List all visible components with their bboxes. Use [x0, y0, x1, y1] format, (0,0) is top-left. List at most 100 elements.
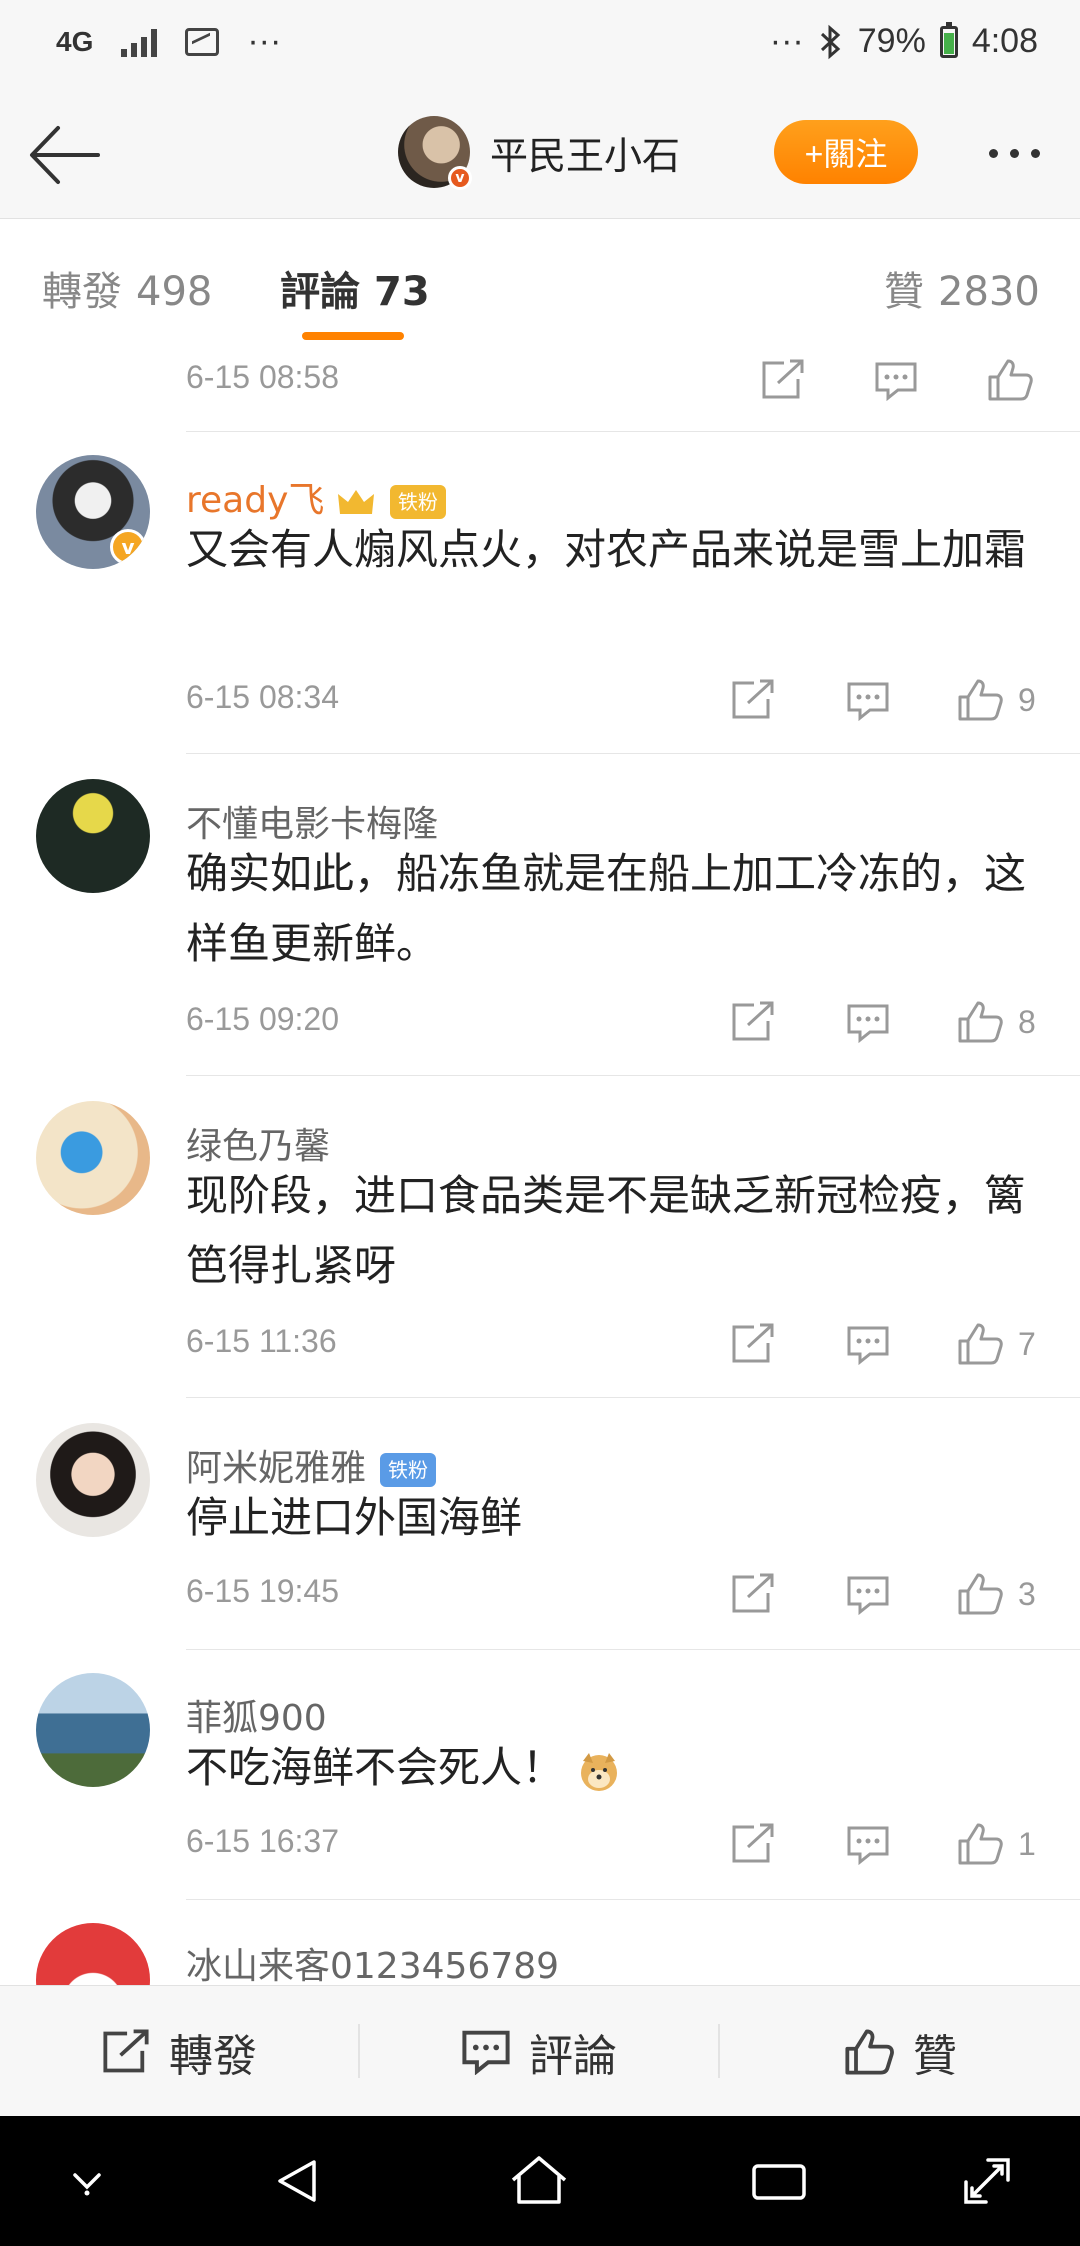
comment-text: 又会有人煽风点火，对农产品来说是雪上加霜: [186, 525, 1027, 574]
weibo-header: v 平民王小石 +關注: [0, 92, 1080, 219]
divider: [186, 753, 1080, 754]
comment-icon: [847, 1576, 889, 1615]
like-count: 3: [1018, 1575, 1036, 1612]
comment-icon: [462, 2030, 510, 2075]
recents-icon: [752, 2164, 806, 2200]
comment-item[interactable]: 不懂电影卡梅隆 确实如此，船冻鱼就是在船上加工冷冻的，这样鱼更新鲜。: [0, 779, 1080, 995]
tab-comments[interactable]: 評論 73: [280, 259, 430, 317]
like-count: 1: [1018, 1825, 1036, 1862]
like-button[interactable]: 8: [956, 999, 1036, 1045]
reply-button[interactable]: [846, 1575, 890, 1615]
divider: [186, 431, 1080, 432]
thumbs-up-icon: [958, 1823, 1003, 1865]
like-button[interactable]: 3: [956, 1571, 1036, 1617]
like-count: 7: [1018, 1325, 1036, 1362]
battery-icon: [939, 21, 958, 58]
like-button[interactable]: 7: [956, 1321, 1036, 1367]
author-name[interactable]: 平民王小石: [490, 125, 680, 180]
comment-label: 評論: [529, 2030, 617, 2082]
like-button[interactable]: [986, 357, 1034, 403]
commenter-avatar[interactable]: [36, 1423, 150, 1537]
more-notifications: ···: [247, 22, 282, 60]
share-button[interactable]: [760, 359, 806, 401]
comment-text: 停止进口外国海鲜: [186, 1493, 523, 1542]
nav-back-button[interactable]: [264, 2146, 334, 2216]
share-icon: [732, 1823, 774, 1863]
like-count: 9: [1018, 681, 1036, 718]
comment-item[interactable]: v ready飞 铁粉 又会有人煽风点火，对农产品来说是雪上加霜: [0, 455, 1080, 671]
reply-button[interactable]: [874, 361, 918, 401]
comment-item[interactable]: 阿米妮雅雅 铁粉 停止进口外国海鲜: [0, 1423, 1080, 1573]
expand-icon: [964, 2158, 1010, 2204]
triangle-back-icon: [278, 2160, 316, 2202]
share-icon: [762, 359, 804, 399]
divider: [186, 1075, 1080, 1076]
share-button[interactable]: [730, 679, 776, 721]
thumbs-up-icon: [988, 359, 1033, 401]
commenter-avatar[interactable]: [36, 779, 150, 893]
comment-time: 6-15 11:36: [186, 1323, 337, 1359]
tab-likes-count: 2830: [938, 269, 1040, 315]
repost-button[interactable]: 轉發: [0, 1986, 358, 2117]
thumbs-up-icon: [958, 1323, 1003, 1365]
divider: [186, 1649, 1080, 1650]
commenter-avatar[interactable]: v: [36, 455, 150, 569]
reply-button[interactable]: [846, 1825, 890, 1865]
commenter-name[interactable]: 冰山来客0123456789: [186, 1937, 559, 1985]
comment-item[interactable]: 绿色乃馨 现阶段，进口食品类是不是缺乏新冠检疫，篱笆得扎紧呀: [0, 1101, 1080, 1317]
tab-likes[interactable]: 贊 2830: [884, 259, 1040, 317]
reply-button[interactable]: [846, 1003, 890, 1043]
comment-button[interactable]: 評論: [360, 1986, 718, 2117]
commenter-avatar[interactable]: [36, 1673, 150, 1787]
like-button[interactable]: 9: [956, 677, 1036, 723]
comment-icon: [847, 1004, 889, 1043]
doge-emoji-icon: [581, 1752, 618, 1791]
bluetooth-icon: [820, 24, 840, 59]
thumbs-up-icon: [958, 679, 1003, 721]
battery-percent: 79%: [857, 22, 926, 60]
system-nav-bar: [0, 2116, 1080, 2246]
home-icon: [511, 2156, 567, 2204]
comment-item[interactable]: 冰山来客0123456789: [0, 1923, 1080, 1985]
follow-button[interactable]: +關注: [774, 120, 918, 184]
comment-text: 现阶段，进口食品类是不是缺乏新冠检疫，篱笆得扎紧呀: [186, 1171, 1027, 1290]
like-button[interactable]: 1: [956, 1821, 1036, 1867]
author-avatar[interactable]: v: [398, 116, 472, 190]
share-button[interactable]: [730, 1323, 776, 1365]
thumbs-up-icon: [845, 2029, 894, 2074]
more-dot-icon: [1030, 148, 1040, 158]
signal-icon: [121, 27, 158, 57]
comment-time: 6-15 09:20: [186, 1001, 340, 1037]
more-dot-icon: [1009, 148, 1019, 158]
reply-button[interactable]: [846, 1325, 890, 1365]
fan-badge: 铁粉: [380, 1453, 437, 1487]
comment-text: 不吃海鲜不会死人！: [186, 1733, 1046, 1803]
like-count: 8: [1018, 1003, 1036, 1040]
comment-list[interactable]: 6-15 08:58 v ready飞 铁粉 又会有人煽风点火，对农产品来说是雪…: [0, 349, 1080, 1985]
comment-time: 6-15 16:37: [186, 1823, 340, 1859]
nav-home-button[interactable]: [504, 2146, 574, 2216]
nav-recents-button[interactable]: [744, 2146, 814, 2216]
author-info[interactable]: v 平民王小石: [398, 116, 680, 190]
comment-icon: [875, 362, 917, 401]
divider: [186, 1397, 1080, 1398]
image-notification-icon: [185, 27, 220, 56]
commenter-avatar[interactable]: [36, 1101, 150, 1215]
comment-icon: [847, 1326, 889, 1365]
chevron-down-icon: [73, 2173, 101, 2196]
hide-nav-button[interactable]: [52, 2146, 122, 2216]
back-button[interactable]: [28, 122, 100, 188]
share-button[interactable]: [730, 1823, 776, 1865]
screen-rotate-button[interactable]: [952, 2146, 1022, 2216]
comment-icon: [847, 1826, 889, 1865]
more-options-button[interactable]: [978, 130, 1050, 176]
commenter-avatar[interactable]: [36, 1923, 150, 1985]
comment-icon: [847, 682, 889, 721]
share-button[interactable]: [730, 1001, 776, 1043]
comment-item[interactable]: 菲狐900 不吃海鲜不会死人！: [0, 1673, 1080, 1823]
tab-reposts[interactable]: 轉發 498: [42, 259, 212, 317]
reply-button[interactable]: [846, 681, 890, 721]
share-button[interactable]: [730, 1573, 776, 1615]
repost-label: 轉發: [169, 2030, 257, 2082]
like-post-button[interactable]: 贊: [720, 1986, 1080, 2117]
